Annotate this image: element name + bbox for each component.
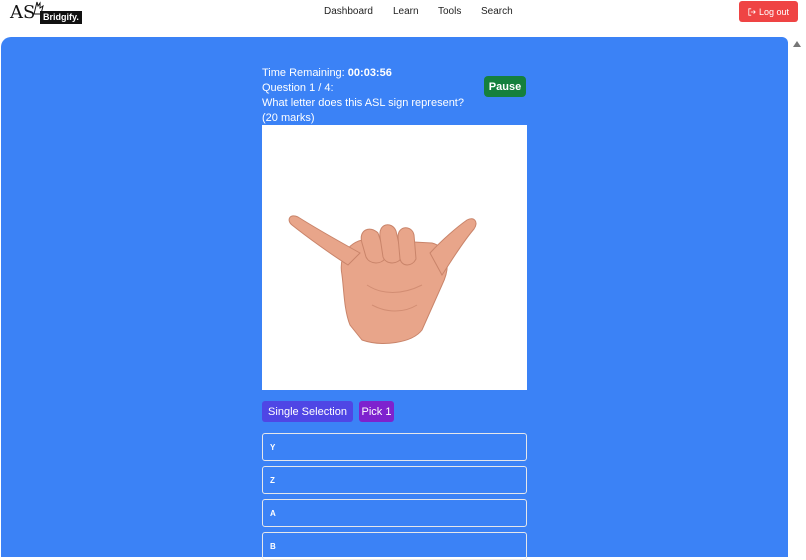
brand-logo[interactable]: AS Bridgify. <box>10 1 90 28</box>
question-text: What letter does this ASL sign represent… <box>262 97 464 109</box>
answer-option-label: Z <box>270 475 275 485</box>
pick-count-badge: Pick 1 <box>359 401 394 422</box>
answer-option-label: B <box>270 541 276 551</box>
sign-image <box>262 125 527 390</box>
logout-label: Log out <box>758 6 790 17</box>
answer-option[interactable]: A <box>262 499 527 527</box>
hand-sign-illustration <box>288 215 477 344</box>
top-navbar: AS Bridgify. Dashboard Learn Tools Searc… <box>0 0 806 36</box>
answer-option[interactable]: B <box>262 532 527 560</box>
answer-option-label: Y <box>270 442 276 452</box>
logo-badge: Bridgify. <box>40 11 82 24</box>
nav-search[interactable]: Search <box>481 6 513 17</box>
nav-dashboard[interactable]: Dashboard <box>324 6 373 17</box>
answer-option[interactable]: Z <box>262 466 527 494</box>
answer-option-label: A <box>270 508 276 518</box>
selection-type-badge: Single Selection <box>262 401 353 422</box>
nav-learn[interactable]: Learn <box>393 6 419 17</box>
logout-button[interactable]: Log out <box>739 1 798 22</box>
question-marks: (20 marks) <box>262 112 315 124</box>
logout-icon <box>748 7 756 16</box>
quiz-header: Time Remaining: 00:03:56 Question 1 / 4:… <box>262 66 528 126</box>
nav-tools[interactable]: Tools <box>438 6 461 17</box>
answer-option[interactable]: Y <box>262 433 527 461</box>
time-label: Time Remaining: <box>262 67 348 79</box>
time-value: 00:03:56 <box>347 67 392 79</box>
pause-button[interactable]: Pause <box>484 76 526 97</box>
scrollbar[interactable] <box>788 37 806 546</box>
scroll-up-icon[interactable] <box>793 41 801 47</box>
